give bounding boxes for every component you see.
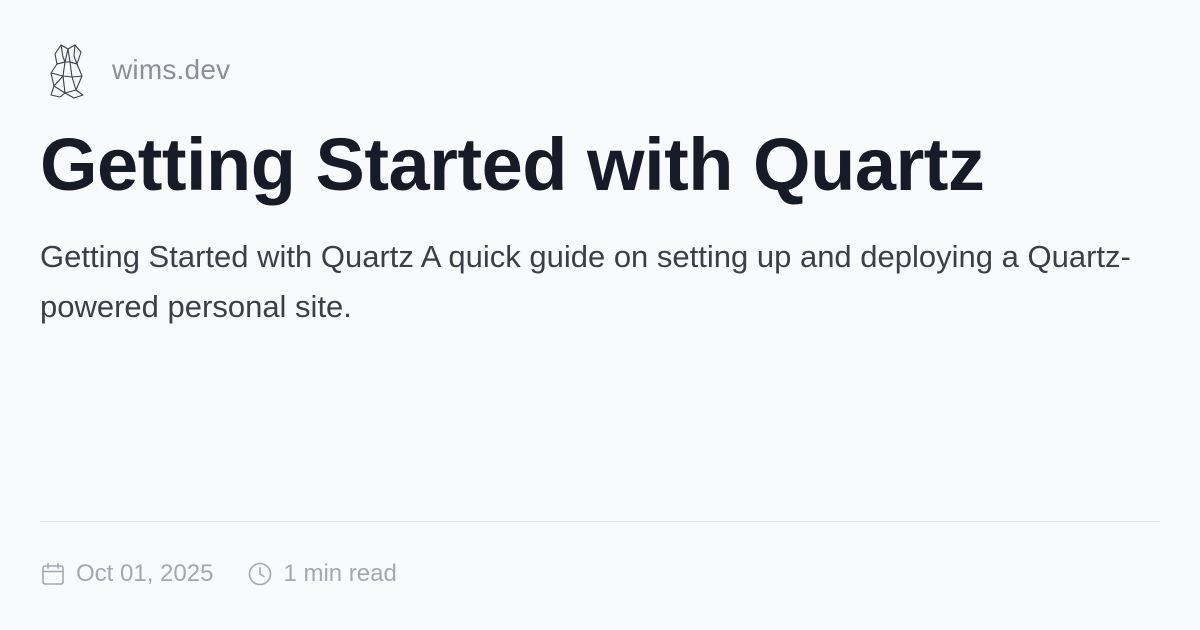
post-date-text: Oct 01, 2025 [76,560,214,587]
site-header: wims.dev [46,40,230,100]
clock-icon [249,562,272,586]
post-read-time-text: 1 min read [283,560,397,587]
page-title: Getting Started with Quartz [40,123,985,206]
post-description: Getting Started with Quartz A quick guid… [40,239,1131,324]
og-preview-card: wims.dev Getting Started with Quartz Get… [0,0,1200,630]
calendar-icon [42,562,64,585]
post-date: Oct 01, 2025 [40,560,213,588]
site-name[interactable]: wims.dev [112,54,230,86]
divider [40,521,1160,522]
post-read-time: 1 min read [247,560,397,588]
post-meta: Oct 01, 2025 1 min read [40,554,397,594]
crystal-logo-icon [50,44,84,99]
